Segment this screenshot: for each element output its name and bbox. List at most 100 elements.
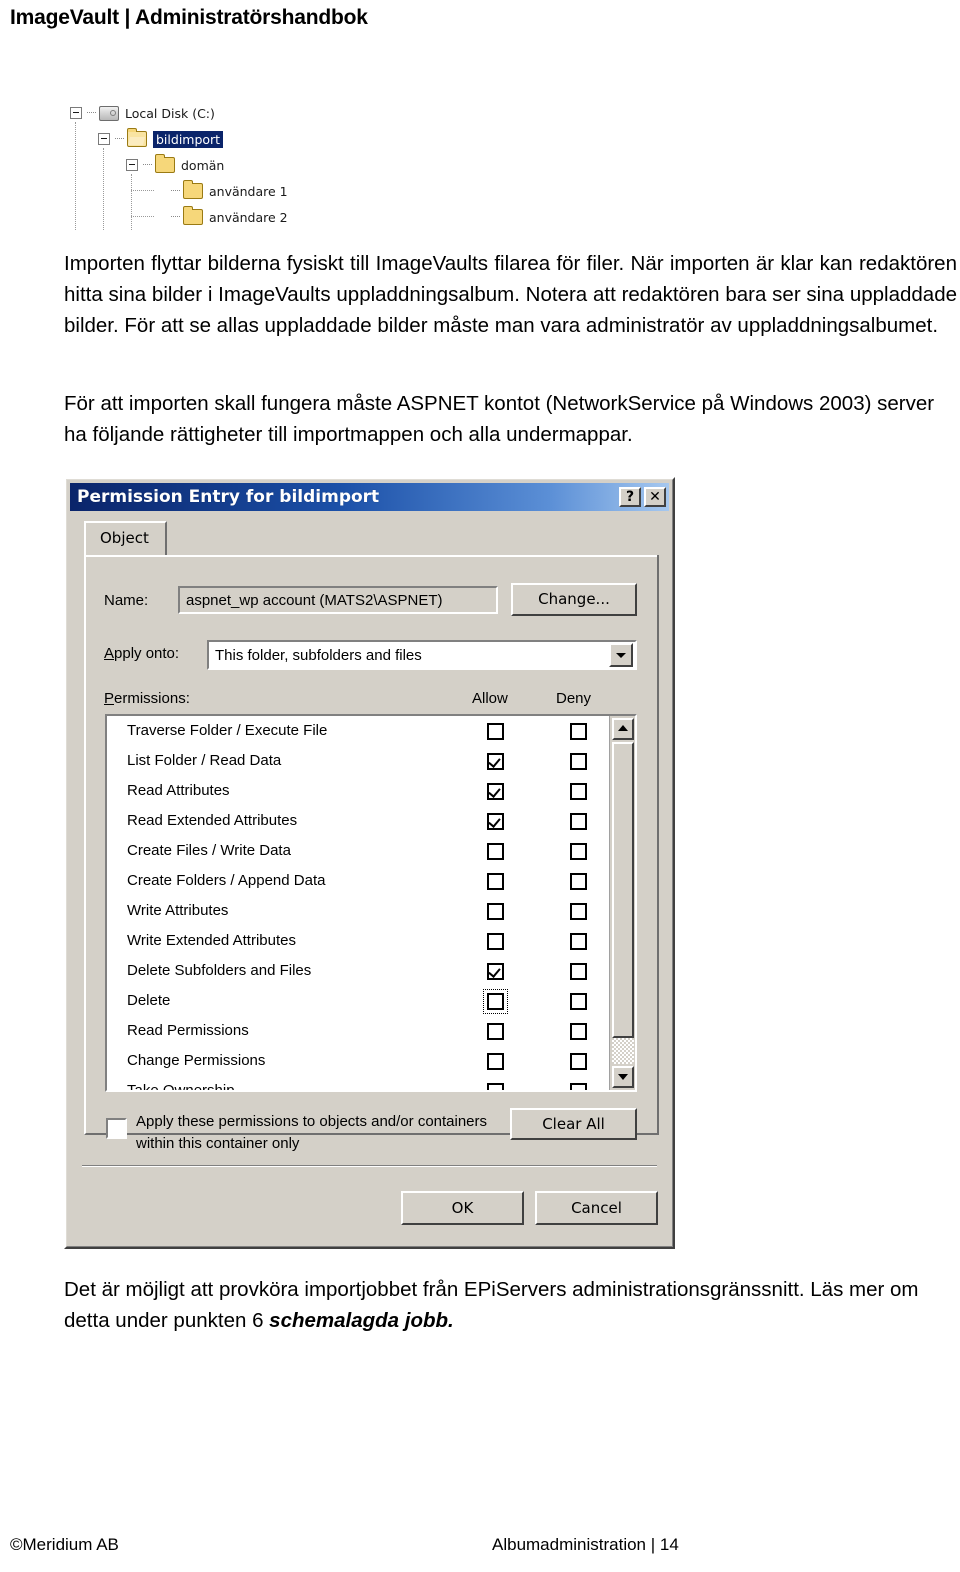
dialog-title: Permission Entry for bildimport — [77, 487, 380, 507]
deny-checkbox[interactable] — [570, 843, 587, 860]
permission-name: Read Permissions — [127, 1022, 249, 1039]
folder-icon — [155, 154, 175, 173]
tree-connector — [115, 138, 124, 140]
allow-checkbox[interactable] — [487, 843, 504, 860]
tree-node-doman[interactable]: domän — [126, 154, 224, 176]
expander-minus-icon[interactable] — [126, 159, 138, 171]
permission-row[interactable]: Write Attributes — [107, 898, 605, 928]
permissions-list[interactable]: Traverse Folder / Execute File List Folde… — [105, 714, 637, 1092]
allow-checkbox[interactable] — [487, 1053, 504, 1070]
deny-checkbox[interactable] — [570, 813, 587, 830]
apply-containers-checkbox[interactable] — [106, 1118, 127, 1139]
deny-checkbox[interactable] — [570, 753, 587, 770]
deny-column-header: Deny — [556, 690, 592, 707]
expander-minus-icon[interactable] — [98, 133, 110, 145]
allow-checkbox[interactable] — [487, 993, 504, 1010]
deny-checkbox[interactable] — [570, 723, 587, 740]
allow-checkbox[interactable] — [487, 813, 504, 830]
allow-checkbox[interactable] — [487, 753, 504, 770]
folder-open-icon — [127, 128, 147, 147]
tree-node-label: domän — [181, 157, 225, 173]
allow-checkbox[interactable] — [487, 933, 504, 950]
change-button[interactable]: Change... — [511, 583, 637, 616]
tree-node-local-disk[interactable]: Local Disk (C:) — [70, 102, 215, 124]
footer-page-info: Albumadministration | 14 — [492, 1535, 679, 1554]
apply-onto-label: Apply onto: — [104, 645, 180, 662]
deny-checkbox[interactable] — [570, 933, 587, 950]
tree-node-label: användare 2 — [209, 209, 288, 225]
folder-tree-figure: Local Disk (C:) bildimport domän använda… — [70, 102, 350, 230]
allow-checkbox[interactable] — [487, 1023, 504, 1040]
permission-row[interactable]: List Folder / Read Data — [107, 748, 605, 778]
tree-connector — [143, 164, 152, 166]
allow-checkbox[interactable] — [487, 903, 504, 920]
scroll-down-icon[interactable] — [612, 1066, 634, 1088]
scroll-up-icon[interactable] — [612, 718, 634, 740]
tree-guide-line — [75, 122, 76, 230]
allow-checkbox[interactable] — [487, 783, 504, 800]
tree-guide-line — [103, 148, 104, 230]
cancel-button[interactable]: Cancel — [535, 1191, 658, 1225]
tree-node-label: Local Disk (C:) — [125, 105, 215, 121]
scrollbar-thumb[interactable] — [612, 742, 634, 1038]
permission-name: Create Folders / Append Data — [127, 872, 326, 889]
body-paragraph-3: Det är möjligt att provköra importjobbet… — [64, 1274, 957, 1336]
allow-checkbox[interactable] — [487, 1083, 504, 1090]
footer-copyright: ©Meridium AB — [10, 1535, 119, 1554]
deny-checkbox[interactable] — [570, 1083, 587, 1090]
permission-row[interactable]: Write Extended Attributes — [107, 928, 605, 958]
allow-checkbox[interactable] — [487, 963, 504, 980]
name-field: aspnet_wp account (MATS2\ASPNET) — [178, 586, 498, 614]
deny-checkbox[interactable] — [570, 993, 587, 1010]
permission-row[interactable]: Delete — [107, 988, 605, 1018]
tree-guide-line — [131, 216, 154, 217]
permission-row[interactable]: Take Ownership — [107, 1078, 605, 1092]
drive-icon — [99, 105, 119, 121]
permission-name: Write Attributes — [127, 902, 229, 919]
tab-object[interactable]: Object — [84, 521, 167, 555]
permission-row[interactable]: Create Files / Write Data — [107, 838, 605, 868]
permission-name: Read Extended Attributes — [127, 812, 298, 829]
tree-connector — [171, 190, 180, 192]
tree-node-anvandare-2[interactable]: användare 2 — [154, 206, 288, 228]
permission-row[interactable]: Read Permissions — [107, 1018, 605, 1048]
allow-checkbox[interactable] — [487, 873, 504, 890]
dialog-separator — [82, 1165, 657, 1167]
name-label: Name: — [104, 592, 149, 609]
permission-row[interactable]: Traverse Folder / Execute File — [107, 718, 605, 748]
folder-icon — [183, 180, 203, 199]
permission-row[interactable]: Create Folders / Append Data — [107, 868, 605, 898]
permissions-scrollbar[interactable] — [609, 716, 635, 1090]
permission-name: Create Files / Write Data — [127, 842, 291, 859]
chevron-down-icon[interactable] — [609, 643, 633, 667]
deny-checkbox[interactable] — [570, 873, 587, 890]
permission-row[interactable]: Read Extended Attributes — [107, 808, 605, 838]
tree-node-label: bildimport — [153, 130, 224, 148]
allow-checkbox[interactable] — [487, 723, 504, 740]
deny-checkbox[interactable] — [570, 963, 587, 980]
deny-checkbox[interactable] — [570, 783, 587, 800]
deny-checkbox[interactable] — [570, 903, 587, 920]
dialog-titlebar[interactable]: Permission Entry for bildimport ? ✕ — [70, 483, 669, 511]
body-paragraph-3-plain: Det är möjligt att provköra importjobbet… — [64, 1278, 919, 1332]
folder-icon — [183, 206, 203, 225]
permission-row[interactable]: Change Permissions — [107, 1048, 605, 1078]
close-icon[interactable]: ✕ — [644, 487, 666, 507]
help-icon[interactable]: ? — [619, 487, 641, 507]
tree-node-bildimport[interactable]: bildimport — [98, 128, 224, 150]
permission-name: Write Extended Attributes — [127, 932, 296, 949]
dialog-tabstrip: Object — [84, 521, 659, 557]
deny-checkbox[interactable] — [570, 1053, 587, 1070]
ok-button[interactable]: OK — [401, 1191, 524, 1225]
deny-checkbox[interactable] — [570, 1023, 587, 1040]
clear-all-button[interactable]: Clear All — [510, 1108, 637, 1140]
permission-name: Delete — [127, 992, 171, 1009]
expander-minus-icon[interactable] — [70, 107, 82, 119]
permission-row[interactable]: Read Attributes — [107, 778, 605, 808]
apply-onto-select[interactable]: This folder, subfolders and files — [207, 640, 637, 670]
tree-node-anvandare-1[interactable]: användare 1 — [154, 180, 288, 202]
permission-row[interactable]: Delete Subfolders and Files — [107, 958, 605, 988]
body-paragraph-1: Importen flyttar bilderna fysiskt till I… — [64, 252, 957, 337]
permission-name: Take Ownership — [127, 1082, 235, 1092]
apply-onto-value: This folder, subfolders and files — [215, 646, 422, 664]
